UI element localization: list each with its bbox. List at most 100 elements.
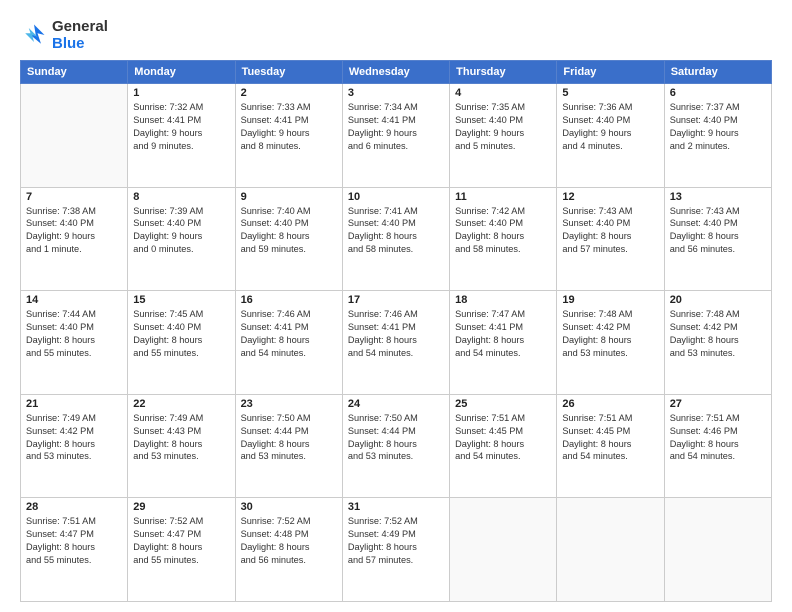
day-info: Sunrise: 7:50 AMSunset: 4:44 PMDaylight:… [241, 412, 337, 464]
day-info: Sunrise: 7:35 AMSunset: 4:40 PMDaylight:… [455, 101, 551, 153]
header-day-thursday: Thursday [450, 61, 557, 84]
day-number: 21 [26, 398, 122, 410]
header-row: SundayMondayTuesdayWednesdayThursdayFrid… [21, 61, 772, 84]
day-info: Sunrise: 7:48 AMSunset: 4:42 PMDaylight:… [562, 308, 658, 360]
week-row-2: 14Sunrise: 7:44 AMSunset: 4:40 PMDayligh… [21, 291, 772, 395]
day-cell: 16Sunrise: 7:46 AMSunset: 4:41 PMDayligh… [235, 291, 342, 395]
day-number: 2 [241, 87, 337, 99]
day-info: Sunrise: 7:51 AMSunset: 4:45 PMDaylight:… [562, 412, 658, 464]
day-cell [557, 498, 664, 602]
day-number: 24 [348, 398, 444, 410]
day-cell: 18 Sunrise: 7:47 AMSunset: 4:41 PMDayligh… [450, 291, 557, 395]
day-info: Sunrise: 7:52 AMSunset: 4:47 PMDaylight:… [133, 515, 229, 567]
day-number: 31 [348, 501, 444, 513]
day-info: Sunrise: 7:41 AMSunset: 4:40 PMDaylight:… [348, 205, 444, 257]
day-number: 29 [133, 501, 229, 513]
day-cell: 5Sunrise: 7:36 AMSunset: 4:40 PMDaylight… [557, 84, 664, 188]
day-number: 7 [26, 191, 122, 203]
day-info: Sunrise: 7:45 AMSunset: 4:40 PMDaylight:… [133, 308, 229, 360]
header-day-tuesday: Tuesday [235, 61, 342, 84]
day-info: Sunrise: 7:38 AMSunset: 4:40 PMDaylight:… [26, 205, 122, 257]
day-number: 26 [562, 398, 658, 410]
day-cell: 17Sunrise: 7:46 AMSunset: 4:41 PMDayligh… [342, 291, 449, 395]
day-cell [450, 498, 557, 602]
day-info: Sunrise: 7:43 AMSunset: 4:40 PMDaylight:… [562, 205, 658, 257]
day-cell: 12 Sunrise: 7:43 AMSunset: 4:40 PMDayligh… [557, 187, 664, 291]
day-info: Sunrise: 7:42 AMSunset: 4:40 PMDaylight:… [455, 205, 551, 257]
day-number: 28 [26, 501, 122, 513]
day-info: Sunrise: 7:52 AMSunset: 4:49 PMDaylight:… [348, 515, 444, 567]
day-number: 16 [241, 294, 337, 306]
day-cell [21, 84, 128, 188]
week-row-4: 28Sunrise: 7:51 AMSunset: 4:47 PMDayligh… [21, 498, 772, 602]
day-number: 15 [133, 294, 229, 306]
day-cell: 2Sunrise: 7:33 AMSunset: 4:41 PMDaylight… [235, 84, 342, 188]
day-number: 22 [133, 398, 229, 410]
day-number: 18 [455, 294, 551, 306]
day-cell: 14Sunrise: 7:44 AMSunset: 4:40 PMDayligh… [21, 291, 128, 395]
day-info: Sunrise: 7:47 AMSunset: 4:41 PMDaylight:… [455, 308, 551, 360]
day-number: 14 [26, 294, 122, 306]
day-number: 1 [133, 87, 229, 99]
day-cell: 9 Sunrise: 7:40 AMSunset: 4:40 PMDaylight… [235, 187, 342, 291]
day-info: Sunrise: 7:34 AMSunset: 4:41 PMDaylight:… [348, 101, 444, 153]
day-info: Sunrise: 7:37 AMSunset: 4:40 PMDaylight:… [670, 101, 766, 153]
day-cell: 24 Sunrise: 7:50 AMSunset: 4:44 PMDayligh… [342, 394, 449, 498]
day-number: 19 [562, 294, 658, 306]
day-cell: 13Sunrise: 7:43 AMSunset: 4:40 PMDayligh… [664, 187, 771, 291]
day-number: 13 [670, 191, 766, 203]
day-cell: 29 Sunrise: 7:52 AMSunset: 4:47 PMDayligh… [128, 498, 235, 602]
day-cell: 10 Sunrise: 7:41 AMSunset: 4:40 PMDayligh… [342, 187, 449, 291]
day-number: 20 [670, 294, 766, 306]
logo: General Blue [20, 18, 108, 52]
day-number: 3 [348, 87, 444, 99]
day-info: Sunrise: 7:40 AMSunset: 4:40 PMDaylight:… [241, 205, 337, 257]
day-cell: 6Sunrise: 7:37 AMSunset: 4:40 PMDaylight… [664, 84, 771, 188]
day-cell: 26 Sunrise: 7:51 AMSunset: 4:45 PMDayligh… [557, 394, 664, 498]
day-number: 11 [455, 191, 551, 203]
day-cell: 15 Sunrise: 7:45 AMSunset: 4:40 PMDayligh… [128, 291, 235, 395]
day-info: Sunrise: 7:50 AMSunset: 4:44 PMDaylight:… [348, 412, 444, 464]
day-info: Sunrise: 7:32 AMSunset: 4:41 PMDaylight:… [133, 101, 229, 153]
day-cell: 28Sunrise: 7:51 AMSunset: 4:47 PMDayligh… [21, 498, 128, 602]
header-day-wednesday: Wednesday [342, 61, 449, 84]
day-cell: 21 Sunrise: 7:49 AMSunset: 4:42 PMDayligh… [21, 394, 128, 498]
header-day-sunday: Sunday [21, 61, 128, 84]
day-cell: 1 Sunrise: 7:32 AMSunset: 4:41 PMDaylight… [128, 84, 235, 188]
day-number: 4 [455, 87, 551, 99]
day-info: Sunrise: 7:49 AMSunset: 4:42 PMDaylight:… [26, 412, 122, 464]
day-info: Sunrise: 7:46 AMSunset: 4:41 PMDaylight:… [348, 308, 444, 360]
day-info: Sunrise: 7:51 AMSunset: 4:46 PMDaylight:… [670, 412, 766, 464]
day-info: Sunrise: 7:48 AMSunset: 4:42 PMDaylight:… [670, 308, 766, 360]
header-day-saturday: Saturday [664, 61, 771, 84]
day-cell: 4 Sunrise: 7:35 AMSunset: 4:40 PMDaylight… [450, 84, 557, 188]
calendar-header: SundayMondayTuesdayWednesdayThursdayFrid… [21, 61, 772, 84]
day-cell: 11 Sunrise: 7:42 AMSunset: 4:40 PMDayligh… [450, 187, 557, 291]
header: General Blue [20, 18, 772, 52]
header-day-friday: Friday [557, 61, 664, 84]
calendar-table: SundayMondayTuesdayWednesdayThursdayFrid… [20, 60, 772, 602]
day-number: 8 [133, 191, 229, 203]
day-number: 27 [670, 398, 766, 410]
day-cell [664, 498, 771, 602]
day-number: 5 [562, 87, 658, 99]
day-cell: 19 Sunrise: 7:48 AMSunset: 4:42 PMDayligh… [557, 291, 664, 395]
day-cell: 27 Sunrise: 7:51 AMSunset: 4:46 PMDayligh… [664, 394, 771, 498]
day-number: 30 [241, 501, 337, 513]
day-number: 12 [562, 191, 658, 203]
day-cell: 22Sunrise: 7:49 AMSunset: 4:43 PMDayligh… [128, 394, 235, 498]
day-number: 10 [348, 191, 444, 203]
day-cell: 23Sunrise: 7:50 AMSunset: 4:44 PMDayligh… [235, 394, 342, 498]
day-cell: 3 Sunrise: 7:34 AMSunset: 4:41 PMDaylight… [342, 84, 449, 188]
header-day-monday: Monday [128, 61, 235, 84]
day-cell: 25Sunrise: 7:51 AMSunset: 4:45 PMDayligh… [450, 394, 557, 498]
day-cell: 31 Sunrise: 7:52 AMSunset: 4:49 PMDayligh… [342, 498, 449, 602]
logo-icon [20, 21, 48, 49]
page: General Blue SundayMondayTuesdayWednesda… [0, 0, 792, 612]
logo-text: General Blue [52, 18, 108, 52]
week-row-3: 21 Sunrise: 7:49 AMSunset: 4:42 PMDayligh… [21, 394, 772, 498]
week-row-1: 7 Sunrise: 7:38 AMSunset: 4:40 PMDaylight… [21, 187, 772, 291]
calendar-body: 1 Sunrise: 7:32 AMSunset: 4:41 PMDaylight… [21, 84, 772, 602]
day-number: 9 [241, 191, 337, 203]
day-cell: 20 Sunrise: 7:48 AMSunset: 4:42 PMDayligh… [664, 291, 771, 395]
